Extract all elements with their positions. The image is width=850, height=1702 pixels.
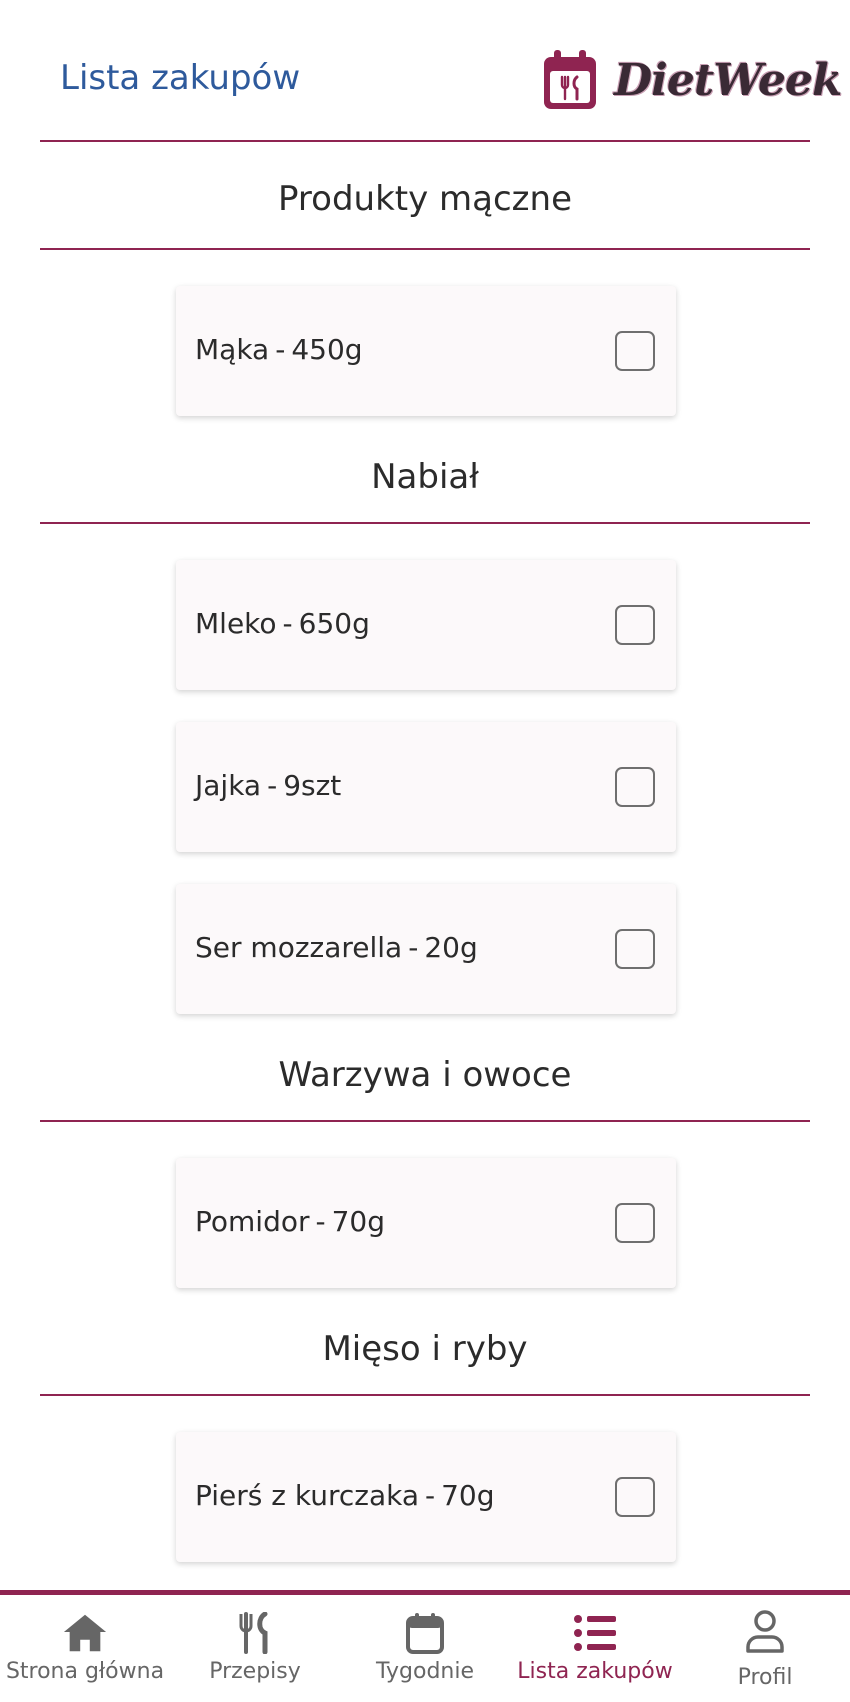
section-title: Produkty mączne <box>278 179 572 219</box>
item-name: Mąka <box>195 333 270 366</box>
list-item[interactable]: Pierś z kurczaka -70g <box>176 1432 676 1562</box>
nav-item-profile[interactable]: Profil <box>680 1595 850 1702</box>
item-checkbox[interactable] <box>615 331 655 371</box>
section-title: Mięso i ryby <box>322 1329 528 1369</box>
item-checkbox[interactable] <box>615 605 655 645</box>
section-divider <box>40 1394 810 1396</box>
item-separator: - <box>425 1479 436 1512</box>
section-divider <box>40 522 810 524</box>
page-title: Lista zakupów <box>60 58 301 98</box>
nav-item-weeks[interactable]: Tygodnie <box>340 1595 510 1702</box>
list-item[interactable]: Jajka -9szt <box>176 722 676 852</box>
item-amount: 9szt <box>283 769 342 802</box>
item-separator: - <box>315 1205 326 1238</box>
calendar-icon <box>406 1613 444 1654</box>
item-name: Pomidor <box>195 1205 310 1238</box>
nav-label: Tygodnie <box>375 1659 474 1684</box>
nav-item-recipes[interactable]: Przepisy <box>170 1595 340 1702</box>
item-checkbox[interactable] <box>615 1477 655 1517</box>
calendar-utensils-icon <box>544 50 596 109</box>
section-divider <box>40 248 810 250</box>
nav-label: Przepisy <box>209 1659 301 1684</box>
item-name: Mleko <box>195 607 277 640</box>
nav-label: Strona główna <box>5 1659 165 1684</box>
item-checkbox[interactable] <box>615 929 655 969</box>
section-divider <box>40 1120 810 1122</box>
app-header: Lista zakupów DietWeek <box>0 0 850 142</box>
list-item[interactable]: Mleko -650g <box>176 560 676 690</box>
item-checkbox[interactable] <box>615 767 655 807</box>
app-logo[interactable]: DietWeek <box>542 48 842 112</box>
home-icon <box>63 1614 107 1652</box>
list-item[interactable]: Pomidor -70g <box>176 1158 676 1288</box>
item-name: Pierś z kurczaka <box>195 1479 419 1512</box>
nav-label: Lista zakupów <box>517 1659 673 1684</box>
item-amount: 20g <box>424 931 478 964</box>
list-item[interactable]: Ser mozzarella -20g <box>176 884 676 1014</box>
item-name: Jajka <box>195 769 262 802</box>
item-separator: - <box>267 769 278 802</box>
list-icon <box>574 1615 616 1651</box>
item-name: Ser mozzarella <box>195 931 403 964</box>
section-title: Nabiał <box>371 457 479 497</box>
item-amount: 70g <box>331 1205 386 1238</box>
nav-label: Profil <box>737 1665 793 1690</box>
nav-item-home[interactable]: Strona główna <box>0 1595 170 1702</box>
list-item[interactable]: Mąka -450g <box>176 286 676 416</box>
item-amount: 70g <box>441 1479 495 1512</box>
item-amount: 450g <box>291 333 363 366</box>
user-icon <box>746 1610 784 1653</box>
item-separator: - <box>275 333 286 366</box>
section-title: Warzywa i owoce <box>278 1055 572 1095</box>
logo-text: DietWeek <box>614 54 842 106</box>
item-separator: - <box>282 607 293 640</box>
item-separator: - <box>408 931 419 964</box>
shopping-list: Produkty mączne Mąka -450g Nabiał Mleko -6… <box>0 142 850 1562</box>
bottom-navigation: Strona główna Przepisy Tygodnie Lista za… <box>0 1590 850 1702</box>
item-amount: 650g <box>298 607 370 640</box>
nav-item-shopping-list[interactable]: Lista zakupów <box>510 1595 680 1702</box>
utensils-icon <box>239 1612 268 1654</box>
item-checkbox[interactable] <box>615 1203 655 1243</box>
